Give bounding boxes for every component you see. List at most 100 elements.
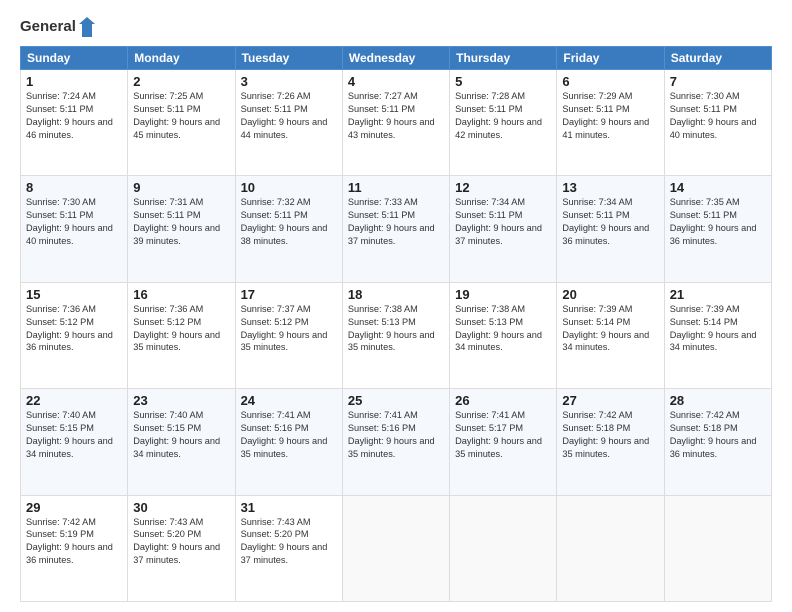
day-number: 6 xyxy=(562,74,658,89)
day-number: 12 xyxy=(455,180,551,195)
day-number: 24 xyxy=(241,393,337,408)
day-number: 10 xyxy=(241,180,337,195)
day-info: Sunrise: 7:28 AMSunset: 5:11 PMDaylight:… xyxy=(455,90,551,142)
day-info: Sunrise: 7:24 AMSunset: 5:11 PMDaylight:… xyxy=(26,90,122,142)
day-number: 17 xyxy=(241,287,337,302)
calendar-cell: 24Sunrise: 7:41 AMSunset: 5:16 PMDayligh… xyxy=(235,389,342,495)
day-number: 2 xyxy=(133,74,229,89)
calendar-cell: 27Sunrise: 7:42 AMSunset: 5:18 PMDayligh… xyxy=(557,389,664,495)
day-info: Sunrise: 7:39 AMSunset: 5:14 PMDaylight:… xyxy=(562,303,658,355)
day-info: Sunrise: 7:32 AMSunset: 5:11 PMDaylight:… xyxy=(241,196,337,248)
calendar-cell: 26Sunrise: 7:41 AMSunset: 5:17 PMDayligh… xyxy=(450,389,557,495)
day-info: Sunrise: 7:41 AMSunset: 5:16 PMDaylight:… xyxy=(241,409,337,461)
calendar-cell: 12Sunrise: 7:34 AMSunset: 5:11 PMDayligh… xyxy=(450,176,557,282)
day-info: Sunrise: 7:41 AMSunset: 5:16 PMDaylight:… xyxy=(348,409,444,461)
day-number: 16 xyxy=(133,287,229,302)
calendar-cell: 8Sunrise: 7:30 AMSunset: 5:11 PMDaylight… xyxy=(21,176,128,282)
logo: General xyxy=(20,16,96,38)
logo-general: General xyxy=(20,16,96,38)
calendar-cell: 4Sunrise: 7:27 AMSunset: 5:11 PMDaylight… xyxy=(342,70,449,176)
day-info: Sunrise: 7:25 AMSunset: 5:11 PMDaylight:… xyxy=(133,90,229,142)
day-number: 11 xyxy=(348,180,444,195)
day-number: 5 xyxy=(455,74,551,89)
day-number: 27 xyxy=(562,393,658,408)
day-number: 25 xyxy=(348,393,444,408)
day-number: 15 xyxy=(26,287,122,302)
calendar-cell: 5Sunrise: 7:28 AMSunset: 5:11 PMDaylight… xyxy=(450,70,557,176)
day-info: Sunrise: 7:40 AMSunset: 5:15 PMDaylight:… xyxy=(26,409,122,461)
calendar-cell: 20Sunrise: 7:39 AMSunset: 5:14 PMDayligh… xyxy=(557,282,664,388)
day-info: Sunrise: 7:39 AMSunset: 5:14 PMDaylight:… xyxy=(670,303,766,355)
day-info: Sunrise: 7:34 AMSunset: 5:11 PMDaylight:… xyxy=(562,196,658,248)
weekday-header: Friday xyxy=(557,47,664,70)
day-info: Sunrise: 7:38 AMSunset: 5:13 PMDaylight:… xyxy=(348,303,444,355)
weekday-header: Tuesday xyxy=(235,47,342,70)
day-info: Sunrise: 7:41 AMSunset: 5:17 PMDaylight:… xyxy=(455,409,551,461)
day-info: Sunrise: 7:27 AMSunset: 5:11 PMDaylight:… xyxy=(348,90,444,142)
calendar-cell: 16Sunrise: 7:36 AMSunset: 5:12 PMDayligh… xyxy=(128,282,235,388)
calendar-cell xyxy=(450,495,557,601)
day-number: 30 xyxy=(133,500,229,515)
calendar-cell: 29Sunrise: 7:42 AMSunset: 5:19 PMDayligh… xyxy=(21,495,128,601)
day-info: Sunrise: 7:29 AMSunset: 5:11 PMDaylight:… xyxy=(562,90,658,142)
calendar-header: SundayMondayTuesdayWednesdayThursdayFrid… xyxy=(21,47,772,70)
day-info: Sunrise: 7:35 AMSunset: 5:11 PMDaylight:… xyxy=(670,196,766,248)
calendar-cell: 19Sunrise: 7:38 AMSunset: 5:13 PMDayligh… xyxy=(450,282,557,388)
day-info: Sunrise: 7:38 AMSunset: 5:13 PMDaylight:… xyxy=(455,303,551,355)
calendar-cell: 2Sunrise: 7:25 AMSunset: 5:11 PMDaylight… xyxy=(128,70,235,176)
calendar-cell: 28Sunrise: 7:42 AMSunset: 5:18 PMDayligh… xyxy=(664,389,771,495)
weekday-header: Sunday xyxy=(21,47,128,70)
day-number: 19 xyxy=(455,287,551,302)
calendar-cell: 3Sunrise: 7:26 AMSunset: 5:11 PMDaylight… xyxy=(235,70,342,176)
weekday-header: Monday xyxy=(128,47,235,70)
day-info: Sunrise: 7:30 AMSunset: 5:11 PMDaylight:… xyxy=(26,196,122,248)
calendar-cell: 11Sunrise: 7:33 AMSunset: 5:11 PMDayligh… xyxy=(342,176,449,282)
day-number: 21 xyxy=(670,287,766,302)
day-info: Sunrise: 7:42 AMSunset: 5:18 PMDaylight:… xyxy=(670,409,766,461)
calendar-cell: 31Sunrise: 7:43 AMSunset: 5:20 PMDayligh… xyxy=(235,495,342,601)
day-number: 14 xyxy=(670,180,766,195)
day-number: 8 xyxy=(26,180,122,195)
day-number: 28 xyxy=(670,393,766,408)
day-number: 18 xyxy=(348,287,444,302)
calendar-cell: 18Sunrise: 7:38 AMSunset: 5:13 PMDayligh… xyxy=(342,282,449,388)
day-number: 23 xyxy=(133,393,229,408)
day-number: 13 xyxy=(562,180,658,195)
calendar-cell: 30Sunrise: 7:43 AMSunset: 5:20 PMDayligh… xyxy=(128,495,235,601)
calendar-cell: 13Sunrise: 7:34 AMSunset: 5:11 PMDayligh… xyxy=(557,176,664,282)
calendar-cell: 6Sunrise: 7:29 AMSunset: 5:11 PMDaylight… xyxy=(557,70,664,176)
day-info: Sunrise: 7:40 AMSunset: 5:15 PMDaylight:… xyxy=(133,409,229,461)
day-info: Sunrise: 7:42 AMSunset: 5:18 PMDaylight:… xyxy=(562,409,658,461)
calendar-cell: 15Sunrise: 7:36 AMSunset: 5:12 PMDayligh… xyxy=(21,282,128,388)
day-info: Sunrise: 7:30 AMSunset: 5:11 PMDaylight:… xyxy=(670,90,766,142)
day-info: Sunrise: 7:26 AMSunset: 5:11 PMDaylight:… xyxy=(241,90,337,142)
calendar-cell: 10Sunrise: 7:32 AMSunset: 5:11 PMDayligh… xyxy=(235,176,342,282)
day-number: 7 xyxy=(670,74,766,89)
day-info: Sunrise: 7:33 AMSunset: 5:11 PMDaylight:… xyxy=(348,196,444,248)
day-number: 9 xyxy=(133,180,229,195)
calendar-cell: 14Sunrise: 7:35 AMSunset: 5:11 PMDayligh… xyxy=(664,176,771,282)
day-info: Sunrise: 7:37 AMSunset: 5:12 PMDaylight:… xyxy=(241,303,337,355)
day-number: 31 xyxy=(241,500,337,515)
calendar-cell: 22Sunrise: 7:40 AMSunset: 5:15 PMDayligh… xyxy=(21,389,128,495)
day-info: Sunrise: 7:43 AMSunset: 5:20 PMDaylight:… xyxy=(133,516,229,568)
weekday-header: Thursday xyxy=(450,47,557,70)
calendar-table: SundayMondayTuesdayWednesdayThursdayFrid… xyxy=(20,46,772,602)
calendar-cell: 1Sunrise: 7:24 AMSunset: 5:11 PMDaylight… xyxy=(21,70,128,176)
day-info: Sunrise: 7:36 AMSunset: 5:12 PMDaylight:… xyxy=(26,303,122,355)
day-info: Sunrise: 7:31 AMSunset: 5:11 PMDaylight:… xyxy=(133,196,229,248)
day-number: 26 xyxy=(455,393,551,408)
calendar-cell: 25Sunrise: 7:41 AMSunset: 5:16 PMDayligh… xyxy=(342,389,449,495)
day-info: Sunrise: 7:36 AMSunset: 5:12 PMDaylight:… xyxy=(133,303,229,355)
calendar-cell xyxy=(342,495,449,601)
weekday-header: Wednesday xyxy=(342,47,449,70)
calendar-cell: 7Sunrise: 7:30 AMSunset: 5:11 PMDaylight… xyxy=(664,70,771,176)
day-number: 22 xyxy=(26,393,122,408)
calendar-cell: 21Sunrise: 7:39 AMSunset: 5:14 PMDayligh… xyxy=(664,282,771,388)
day-number: 1 xyxy=(26,74,122,89)
calendar-cell xyxy=(557,495,664,601)
calendar-cell: 23Sunrise: 7:40 AMSunset: 5:15 PMDayligh… xyxy=(128,389,235,495)
calendar-cell xyxy=(664,495,771,601)
day-number: 29 xyxy=(26,500,122,515)
day-number: 4 xyxy=(348,74,444,89)
